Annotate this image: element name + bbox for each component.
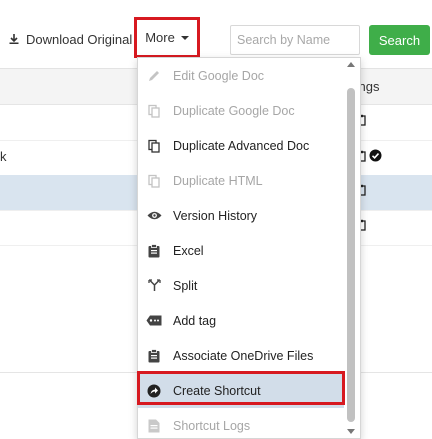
menu-item-label: Shortcut Logs [173,418,251,433]
menu-item-duplicate-advanced-doc[interactable]: Duplicate Advanced Doc [138,128,344,163]
menu-item-label: Duplicate HTML [173,173,263,188]
document-icon [148,419,160,432]
menu-item-label: Duplicate Google Doc [173,103,295,118]
copy-icon [148,174,160,188]
row-name-fragment: k [0,149,7,164]
eye-icon [147,211,161,220]
menu-item-add-tag[interactable]: Add tag [138,303,344,338]
menu-item-duplicate-google-doc[interactable]: Duplicate Google Doc [138,93,344,128]
menu-item-split[interactable]: Split [138,268,344,303]
download-original-button[interactable]: Download Original [8,29,134,49]
split-icon [147,279,161,291]
menu-item-label: Excel [173,243,204,258]
menu-item-edit-google-doc[interactable]: Edit Google Doc [138,58,344,93]
download-original-label: Download Original [26,31,133,47]
copy-icon [148,104,160,118]
menu-item-create-shortcut[interactable]: Create Shortcut [138,373,344,408]
menu-scrollbar[interactable] [344,58,358,438]
menu-item-associate-onedrive-files[interactable]: Associate OneDrive Files [138,338,344,373]
share-arrow-icon [147,384,161,397]
search-button[interactable]: Search [369,25,430,55]
copy-icon [148,139,160,153]
more-dropdown-menu: Edit Google Doc Duplicate Google Doc Dup… [137,57,361,439]
download-icon [9,34,19,44]
more-label: More [145,30,175,45]
pencil-icon [149,70,159,81]
clipboard-icon [148,348,160,362]
menu-item-label: Add tag [173,313,217,328]
menu-item-version-history[interactable]: Version History [138,198,344,233]
tag-icon [146,315,162,326]
search-input[interactable] [230,25,360,55]
menu-item-shortcut-logs[interactable]: Shortcut Logs [138,408,344,438]
menu-item-duplicate-html[interactable]: Duplicate HTML [138,163,344,198]
menu-item-label: Create Shortcut [173,383,261,398]
scroll-up-arrow-icon[interactable] [347,62,355,67]
check-circle-icon [369,149,382,162]
menu-item-label: Associate OneDrive Files [173,348,314,363]
scroll-down-arrow-icon[interactable] [347,429,355,434]
menu-item-excel[interactable]: Excel [138,233,344,268]
menu-item-label: Split [173,278,198,293]
caret-down-icon [180,35,189,40]
menu-item-label: Duplicate Advanced Doc [173,138,310,153]
menu-item-label: Version History [173,208,258,223]
more-dropdown-button[interactable]: More [134,17,200,58]
scrollbar-thumb[interactable] [347,88,355,422]
menu-item-label: Edit Google Doc [173,68,265,83]
clipboard-icon [148,243,160,257]
